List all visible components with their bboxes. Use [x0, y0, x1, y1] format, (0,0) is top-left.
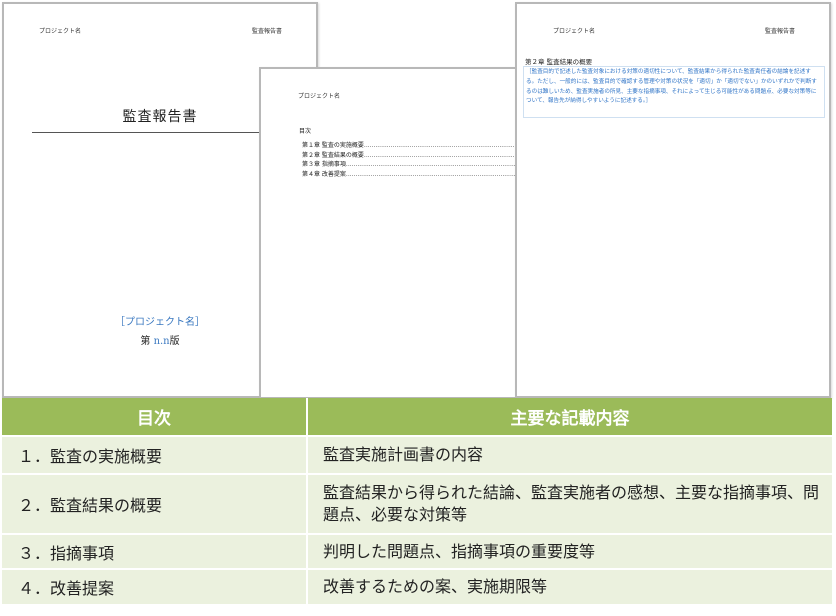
toc-leader-dots: ........................................… — [345, 170, 522, 178]
toc-entry: 第１章 監査の実施概要.............................… — [302, 141, 530, 151]
toc-entry-label: 第３章 指摘事項 — [302, 161, 346, 168]
toc-header-project: プロジェクト名 — [298, 93, 341, 100]
table-cell-content: 監査実施計画書の内容 — [308, 435, 832, 473]
toc-leader-dots: ........................................… — [363, 151, 525, 159]
table-row: １．監査の実施概要 監査実施計画書の内容 — [2, 435, 832, 473]
header-toc: 目次 — [2, 398, 308, 435]
table-row: ３．指摘事項 判明した問題点、指摘事項の重要度等 — [2, 533, 832, 568]
version-prefix: 第 — [140, 336, 151, 347]
contents-table: 目次 主要な記載内容 １．監査の実施概要 監査実施計画書の内容 ２．監査結果の概… — [2, 398, 832, 604]
table-cell-item: １．監査の実施概要 — [2, 435, 308, 473]
summary-header-project: プロジェクト名 — [553, 28, 596, 35]
header-main-content: 主要な記載内容 — [308, 398, 832, 435]
table-cell-content: 改善するための案、実施期限等 — [308, 568, 832, 604]
toc-title: 目次 — [299, 128, 312, 135]
toc-entry-label: 第２章 監査結果の概要 — [302, 151, 364, 159]
summary-page-thumbnail: プロジェクト名 監査報告書 第２章 監査結果の概要 ［監査目的で記述した監査対象… — [515, 2, 831, 398]
toc-entry: 第２章 監査結果の概要.............................… — [302, 151, 530, 161]
toc-entry: 第３章 指摘事項................................… — [302, 160, 530, 170]
summary-section-title: 第２章 監査結果の概要 — [525, 58, 593, 66]
toc-entry-label: 第１章 監査の実施概要 — [302, 142, 364, 149]
cover-header-doc: 監査報告書 — [251, 28, 282, 35]
version-suffix: 版 — [169, 336, 180, 347]
toc-entry-label: 第４章 改善提案 — [302, 170, 346, 178]
toc-entry: 第４章 改善提案................................… — [302, 170, 530, 180]
toc-leader-dots: ........................................… — [363, 142, 525, 149]
summary-guidance-text: ［監査目的で記述した監査対象における対策の適切性について、監査結果から得られた監… — [523, 66, 825, 118]
table-cell-item: ４．改善提案 — [2, 568, 308, 604]
table-row: ２．監査結果の概要 監査結果から得られた結論、監査実施者の感想、主要な指摘事項、… — [2, 473, 832, 533]
toc-leader-dots: ........................................… — [345, 161, 522, 168]
toc-page-thumbnail: プロジェクト名 目次 第１章 監査の実施概要..................… — [259, 67, 529, 399]
toc-list: 第１章 監査の実施概要.............................… — [302, 141, 530, 179]
table-row: ４．改善提案 改善するための案、実施期限等 — [2, 568, 832, 604]
table-cell-content: 判明した問題点、指摘事項の重要度等 — [308, 533, 832, 568]
cover-header-project: プロジェクト名 — [39, 28, 82, 35]
table-cell-item: ２．監査結果の概要 — [2, 473, 308, 533]
summary-header-doc: 監査報告書 — [764, 28, 795, 35]
table-header-row: 目次 主要な記載内容 — [2, 398, 832, 435]
version-number: n.n — [153, 336, 170, 347]
table-cell-content: 監査結果から得られた結論、監査実施者の感想、主要な指摘事項、問題点、必要な対策等 — [308, 473, 832, 533]
table-cell-item: ３．指摘事項 — [2, 533, 308, 568]
